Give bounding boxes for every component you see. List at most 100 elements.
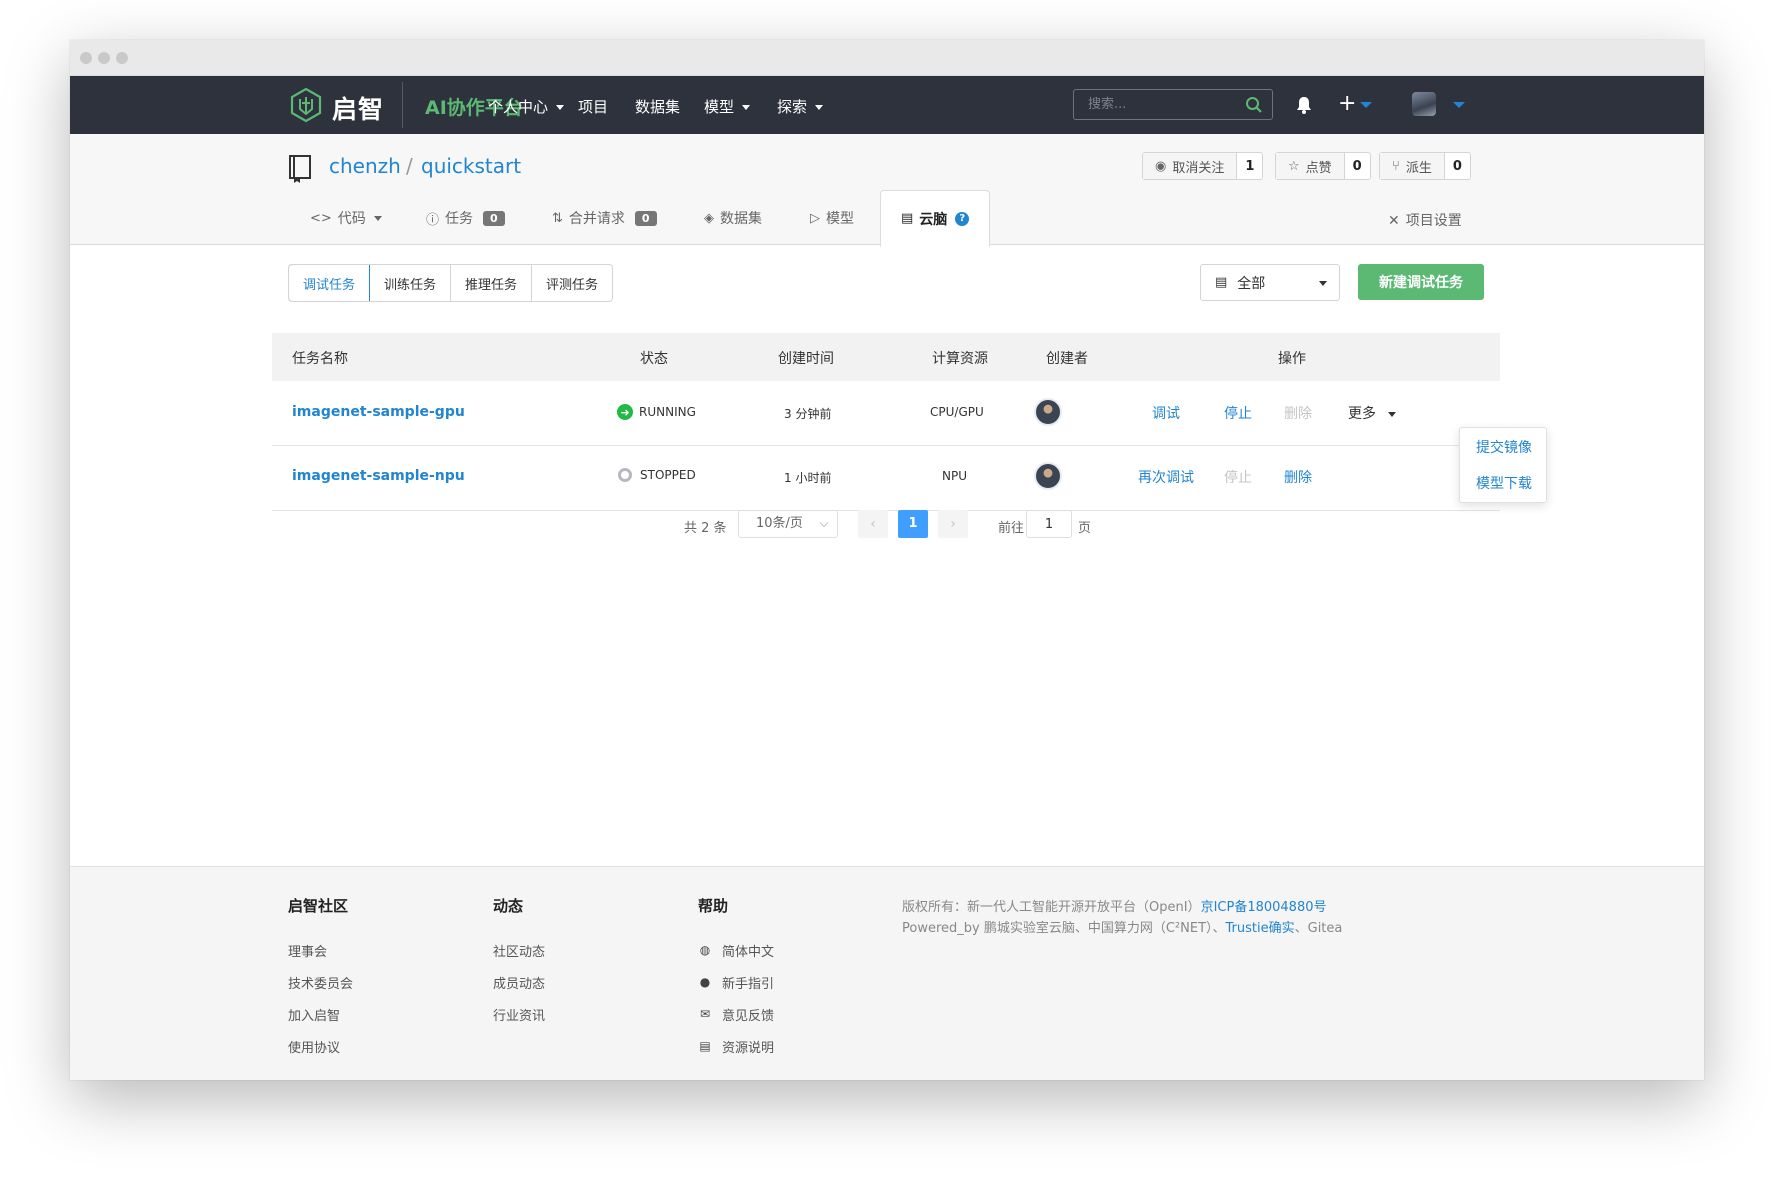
tab-models[interactable]: ▷ 模型	[810, 190, 854, 246]
table-row: imagenet-sample-gpu ➜ RUNNING 3 分钟前 CPU/G…	[272, 381, 1500, 446]
footer-guide-label: 新手指引	[722, 976, 775, 992]
create-chevron-down-icon[interactable]	[1360, 102, 1372, 108]
footer-link-member-news[interactable]: 成员动态	[493, 966, 545, 998]
footer-link-language[interactable]: ◍ 简体中文	[698, 934, 774, 966]
more-dropdown[interactable]: 更多	[1348, 403, 1396, 423]
window-close-dot[interactable]	[80, 52, 92, 64]
issues-count-badge: 0	[483, 210, 505, 226]
star-count[interactable]: 0	[1345, 159, 1370, 174]
segment-inference[interactable]: 推理任务	[451, 265, 533, 301]
brand-name[interactable]: 启智	[332, 90, 384, 126]
tools-icon: ✕	[1388, 213, 1400, 229]
footer-link-community-news[interactable]: 社区动态	[493, 934, 545, 966]
footer-link-terms[interactable]: 使用协议	[288, 1030, 353, 1062]
bell-icon[interactable]	[1295, 95, 1313, 115]
page-size-select[interactable]: 10条/页	[738, 510, 838, 538]
resource-filter-dropdown[interactable]: ▤ 全部	[1200, 264, 1340, 301]
task-name-link[interactable]: imagenet-sample-npu	[292, 468, 465, 484]
powered-line: Powered_by 鹏城实验室云脑、中国算力网（C²NET）、Trustie确…	[902, 918, 1342, 939]
tab-settings[interactable]: ✕ 项目设置	[1388, 210, 1462, 230]
unwatch-label-wrap: ◉ 取消关注	[1143, 153, 1238, 179]
goto-page-input[interactable]	[1026, 510, 1072, 538]
chevron-down-icon	[819, 518, 829, 528]
task-type-segments: 调试任务 训练任务 推理任务 评测任务	[288, 264, 614, 302]
nav-datasets[interactable]: 数据集	[635, 96, 680, 117]
nav-personal-center-label: 个人中心	[488, 98, 549, 116]
footer-link-resources[interactable]: ▤ 资源说明	[698, 1030, 774, 1062]
avatar[interactable]	[1034, 398, 1062, 426]
copyright-text: 版权所有：新一代人工智能开源开放平台（OpenI）	[902, 900, 1201, 915]
nav-projects[interactable]: 项目	[578, 96, 608, 117]
fork-label: 派生	[1405, 160, 1432, 176]
nav-models[interactable]: 模型	[704, 96, 751, 117]
page-number-current[interactable]: 1	[898, 510, 928, 538]
footer-link-join[interactable]: 加入启智	[288, 998, 353, 1030]
nav-personal-center[interactable]: 个人中心	[488, 96, 565, 117]
segment-train[interactable]: 训练任务	[370, 265, 452, 301]
nav-models-label: 模型	[704, 98, 735, 116]
footer-link-feedback[interactable]: ✉ 意见反馈	[698, 998, 774, 1030]
task-name-link[interactable]: imagenet-sample-gpu	[292, 404, 465, 420]
globe-icon: ◍	[699, 943, 711, 957]
tab-code[interactable]: <> 代码	[310, 190, 382, 246]
site-footer: 启智社区 理事会 技术委员会 加入启智 使用协议 动态 社区动态 成员动态 行业…	[70, 866, 1704, 1080]
watch-count[interactable]: 1	[1237, 159, 1262, 174]
col-status: 状态	[640, 351, 668, 367]
create-plus-icon[interactable]: +	[1338, 93, 1356, 115]
unwatch-button[interactable]: ◉ 取消关注 1	[1142, 152, 1264, 180]
footer-link-guide[interactable]: ● 新手指引	[698, 966, 774, 998]
fork-button[interactable]: ⑂ 派生 0	[1379, 152, 1471, 180]
stop-action[interactable]: 停止	[1224, 467, 1252, 487]
new-debug-task-button[interactable]: 新建调试任务	[1358, 264, 1484, 300]
menu-item-commit-image[interactable]: 提交镜像	[1476, 437, 1532, 457]
repo-name-link[interactable]: quickstart	[421, 154, 521, 178]
user-chevron-down-icon[interactable]	[1453, 102, 1465, 108]
goto-label: 前往	[998, 521, 1025, 536]
footer-link-industry-news[interactable]: 行业资讯	[493, 998, 545, 1030]
footer-link-tech-committee[interactable]: 技术委员会	[288, 966, 353, 998]
icp-link[interactable]: 京ICP备18004880号	[1201, 900, 1327, 915]
issue-icon: ⓘ	[426, 212, 440, 228]
col-actions: 操作	[1278, 351, 1306, 367]
footer-link-council[interactable]: 理事会	[288, 934, 353, 966]
window-minimize-dot[interactable]	[98, 52, 110, 64]
status-badge: ➜ RUNNING	[617, 404, 696, 420]
openi-logo-icon[interactable]	[288, 87, 324, 123]
help-question-icon[interactable]: ?	[955, 211, 970, 226]
search-input[interactable]	[1074, 90, 1234, 119]
avatar[interactable]	[1034, 462, 1062, 490]
tab-pull-requests[interactable]: ⇅ 合并请求 0	[552, 190, 657, 246]
rerun-debug-action[interactable]: 再次调试	[1138, 467, 1194, 487]
tab-cloudbrain[interactable]: ▤ 云脑?	[880, 190, 991, 247]
menu-item-model-download[interactable]: 模型下载	[1476, 473, 1532, 493]
pull-request-icon: ⇅	[552, 210, 563, 226]
trustie-link[interactable]: Trustie确实	[1226, 921, 1295, 936]
star-icon: ☆	[1288, 158, 1300, 174]
delete-action[interactable]: 删除	[1284, 403, 1312, 423]
fork-count[interactable]: 0	[1445, 159, 1470, 174]
prev-page-button[interactable]: ‹	[858, 510, 888, 538]
segment-evaluate[interactable]: 评测任务	[532, 265, 612, 301]
stop-action[interactable]: 停止	[1224, 403, 1252, 423]
code-icon: <>	[310, 210, 332, 226]
delete-action[interactable]: 删除	[1284, 467, 1312, 487]
search-icon[interactable]	[1245, 96, 1263, 114]
footer-news: 动态 社区动态 成员动态 行业资讯	[493, 895, 545, 1030]
created-time: 3 分钟前	[784, 407, 832, 421]
tab-issues[interactable]: ⓘ 任务 0	[426, 190, 505, 246]
footer-copyright: 版权所有：新一代人工智能开源开放平台（OpenI）京ICP备18004880号 …	[902, 897, 1342, 939]
window-zoom-dot[interactable]	[116, 52, 128, 64]
page-size-value: 10条/页	[756, 516, 803, 531]
user-avatar[interactable]	[1412, 92, 1436, 116]
debug-action[interactable]: 调试	[1152, 403, 1180, 423]
footer-help-title: 帮助	[698, 897, 729, 915]
star-button[interactable]: ☆ 点赞 0	[1275, 152, 1371, 180]
nav-explore[interactable]: 探索	[777, 96, 824, 117]
server-icon: ▤	[901, 211, 914, 226]
tab-datasets[interactable]: ◈ 数据集	[704, 190, 762, 246]
layers-icon: ◈	[704, 210, 714, 226]
next-page-button[interactable]: ›	[938, 510, 968, 538]
envelope-icon: ✉	[699, 1007, 711, 1021]
segment-debug[interactable]: 调试任务	[289, 265, 371, 301]
repo-owner-link[interactable]: chenzh	[329, 154, 401, 178]
